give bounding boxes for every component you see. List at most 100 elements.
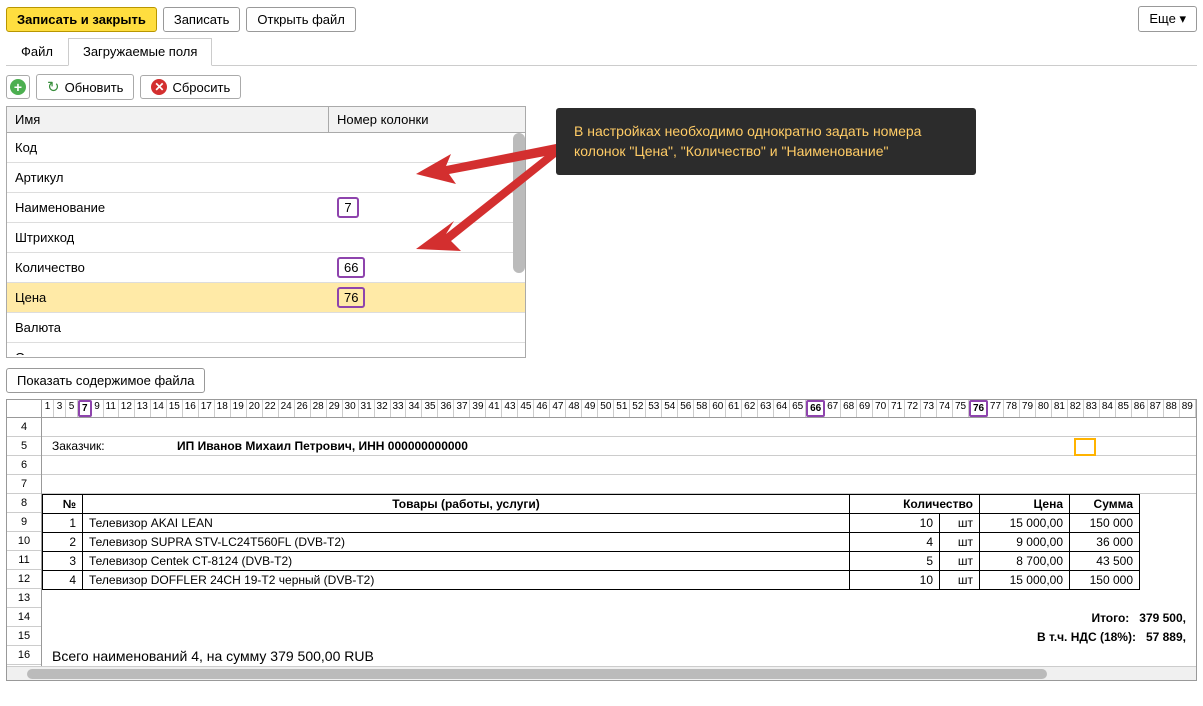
ruler-col[interactable]: 19: [231, 400, 247, 417]
ruler-col[interactable]: 43: [502, 400, 518, 417]
ruler-col[interactable]: 39: [470, 400, 486, 417]
ruler-col[interactable]: 7: [78, 400, 92, 417]
field-row[interactable]: Валюта: [7, 313, 525, 343]
ruler-col[interactable]: 60: [710, 400, 726, 417]
ruler-col[interactable]: 31: [359, 400, 375, 417]
save-button[interactable]: Записать: [163, 7, 241, 32]
th-num[interactable]: №: [43, 495, 83, 514]
ruler-col[interactable]: 64: [774, 400, 790, 417]
col-header-name[interactable]: Имя: [7, 107, 329, 132]
column-ruler[interactable]: 1357911121314151617181920222426282930313…: [42, 400, 1196, 417]
ruler-col[interactable]: 13: [135, 400, 151, 417]
ruler-col[interactable]: 88: [1164, 400, 1180, 417]
field-row[interactable]: Количество66: [7, 253, 525, 283]
row-num[interactable]: 13: [7, 589, 41, 608]
show-file-content-button[interactable]: Показать содержимое файла: [6, 368, 205, 393]
ruler-col[interactable]: 3: [54, 400, 66, 417]
ruler-col[interactable]: 14: [151, 400, 167, 417]
refresh-button[interactable]: ↻Обновить: [36, 74, 134, 100]
row-num[interactable]: 15: [7, 627, 41, 646]
field-col-number[interactable]: 76: [329, 287, 525, 308]
ruler-col[interactable]: 1: [42, 400, 54, 417]
row-num[interactable]: 16: [7, 646, 41, 665]
ruler-col[interactable]: 51: [614, 400, 630, 417]
row-numbers[interactable]: 45678910111213141516: [7, 418, 42, 666]
save-and-close-button[interactable]: Записать и закрыть: [6, 7, 157, 32]
ruler-col[interactable]: 34: [406, 400, 422, 417]
ruler-col[interactable]: 73: [921, 400, 937, 417]
ruler-col[interactable]: 79: [1020, 400, 1036, 417]
ruler-col[interactable]: 48: [566, 400, 582, 417]
more-button[interactable]: Еще ▾: [1138, 6, 1197, 32]
spreadsheet[interactable]: 45678910111213141516 Заказчик:ИП Иванов …: [6, 418, 1197, 681]
add-button[interactable]: +: [6, 75, 30, 99]
ruler-col[interactable]: 36: [438, 400, 454, 417]
open-file-button[interactable]: Открыть файл: [246, 7, 355, 32]
ruler-col[interactable]: 18: [215, 400, 231, 417]
ruler-col[interactable]: 29: [327, 400, 343, 417]
row-num[interactable]: 10: [7, 532, 41, 551]
ruler-col[interactable]: 78: [1004, 400, 1020, 417]
ruler-col[interactable]: 9: [92, 400, 104, 417]
ruler-col[interactable]: 75: [953, 400, 969, 417]
ruler-col[interactable]: 82: [1068, 400, 1084, 417]
table-row[interactable]: 1Телевизор AKAI LEAN10шт15 000,00150 000: [43, 514, 1140, 533]
items-table[interactable]: № Товары (работы, услуги) Количество Цен…: [42, 494, 1140, 590]
ruler-col[interactable]: 47: [550, 400, 566, 417]
ruler-col[interactable]: 83: [1084, 400, 1100, 417]
ruler-col[interactable]: 5: [66, 400, 78, 417]
th-sum[interactable]: Сумма: [1070, 495, 1140, 514]
col-header-number[interactable]: Номер колонки: [329, 107, 525, 132]
ruler-col[interactable]: 81: [1052, 400, 1068, 417]
ruler-col[interactable]: 63: [758, 400, 774, 417]
ruler-col[interactable]: 85: [1116, 400, 1132, 417]
th-price[interactable]: Цена: [980, 495, 1070, 514]
ruler-col[interactable]: 52: [630, 400, 646, 417]
field-col-number[interactable]: 66: [329, 257, 525, 278]
table-row[interactable]: 4Телевизор DOFFLER 24CH 19-T2 черный (DV…: [43, 571, 1140, 590]
ruler-col[interactable]: 15: [167, 400, 183, 417]
th-qty[interactable]: Количество: [850, 495, 980, 514]
ruler-col[interactable]: 26: [295, 400, 311, 417]
row-num[interactable]: 9: [7, 513, 41, 532]
ruler-col[interactable]: 49: [582, 400, 598, 417]
ruler-col[interactable]: 66: [806, 400, 825, 417]
ruler-col[interactable]: 41: [486, 400, 502, 417]
ruler-col[interactable]: 77: [988, 400, 1004, 417]
ruler-col[interactable]: 37: [454, 400, 470, 417]
ruler-col[interactable]: 33: [391, 400, 407, 417]
ruler-col[interactable]: 20: [247, 400, 263, 417]
ruler-col[interactable]: 28: [311, 400, 327, 417]
row-num[interactable]: 12: [7, 570, 41, 589]
field-row[interactable]: Цена76: [7, 283, 525, 313]
ruler-col[interactable]: 89: [1180, 400, 1196, 417]
tab-fields[interactable]: Загружаемые поля: [68, 38, 212, 66]
ruler-col[interactable]: 17: [199, 400, 215, 417]
th-name[interactable]: Товары (работы, услуги): [83, 495, 850, 514]
ruler-col[interactable]: 65: [790, 400, 806, 417]
row-num[interactable]: 5: [7, 437, 41, 456]
ruler-col[interactable]: 53: [646, 400, 662, 417]
ruler-col[interactable]: 58: [694, 400, 710, 417]
row-num[interactable]: 6: [7, 456, 41, 475]
row-num[interactable]: 8: [7, 494, 41, 513]
ruler-col[interactable]: 76: [969, 400, 988, 417]
ruler-col[interactable]: 32: [375, 400, 391, 417]
ruler-col[interactable]: 46: [534, 400, 550, 417]
ruler-col[interactable]: 61: [726, 400, 742, 417]
ruler-col[interactable]: 35: [422, 400, 438, 417]
ruler-col[interactable]: 69: [857, 400, 873, 417]
ruler-col[interactable]: 70: [873, 400, 889, 417]
row-num[interactable]: 11: [7, 551, 41, 570]
ruler-col[interactable]: 86: [1132, 400, 1148, 417]
h-scrollbar[interactable]: [7, 666, 1196, 680]
ruler-col[interactable]: 62: [742, 400, 758, 417]
table-row[interactable]: 2Телевизор SUPRA STV-LC24T560FL (DVB-T2)…: [43, 533, 1140, 552]
tab-file[interactable]: Файл: [6, 38, 68, 65]
row-num[interactable]: 4: [7, 418, 41, 437]
ruler-col[interactable]: 68: [841, 400, 857, 417]
ruler-col[interactable]: 24: [279, 400, 295, 417]
ruler-col[interactable]: 87: [1148, 400, 1164, 417]
ruler-col[interactable]: 84: [1100, 400, 1116, 417]
ruler-col[interactable]: 71: [889, 400, 905, 417]
